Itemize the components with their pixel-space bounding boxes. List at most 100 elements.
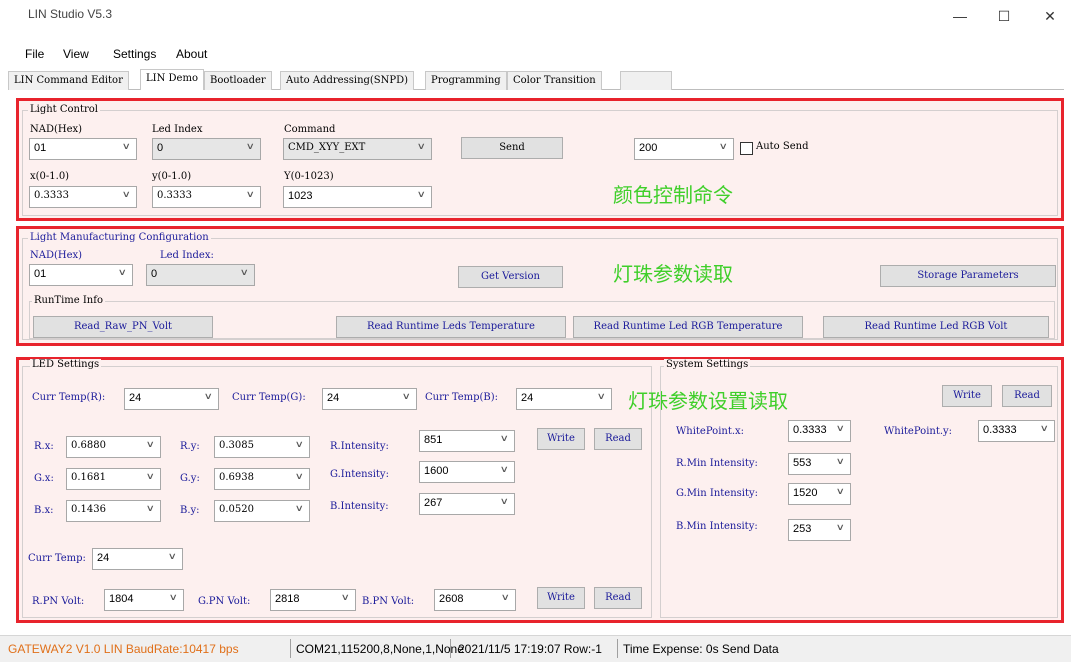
- curr-temp-r-select[interactable]: 24 ∨: [124, 388, 219, 410]
- tab-bootloader[interactable]: Bootloader: [204, 71, 272, 90]
- menu-view[interactable]: View: [63, 47, 89, 61]
- pn-write-button[interactable]: Write: [537, 587, 585, 609]
- by-label: B.y:: [180, 505, 200, 516]
- r-intensity-select[interactable]: 851 ∨: [419, 430, 515, 452]
- g-pn-volt-label: G.PN Volt:: [198, 596, 251, 607]
- menu-file[interactable]: File: [25, 47, 44, 61]
- curr-temp-b-select[interactable]: 24 ∨: [516, 388, 612, 410]
- led-index-select[interactable]: 0 ∨: [152, 138, 261, 160]
- y-select[interactable]: 0.3333 ∨: [152, 186, 261, 208]
- g-min-intensity-label: G.Min Intensity:: [676, 488, 759, 499]
- y-label: y(0-1.0): [152, 171, 192, 182]
- close-button[interactable]: ✕: [1028, 2, 1071, 30]
- maximize-button[interactable]: ☐: [982, 2, 1026, 30]
- nad-select[interactable]: 01 ∨: [29, 138, 137, 160]
- curr-temp-select[interactable]: 24 ∨: [92, 548, 183, 570]
- tab-empty: [620, 71, 672, 90]
- chevron-down-icon: ∨: [836, 423, 846, 433]
- tab-color-transition[interactable]: Color Transition: [507, 71, 602, 90]
- minimize-button[interactable]: —: [938, 2, 982, 30]
- gx-select[interactable]: 0.1681 ∨: [66, 468, 161, 490]
- chevron-down-icon: ∨: [246, 141, 256, 151]
- auto-send-checkbox[interactable]: [740, 142, 753, 155]
- mfg-nad-select[interactable]: 01 ∨: [29, 264, 133, 286]
- chevron-down-icon: ∨: [146, 503, 156, 513]
- read-rgb-temperature-button[interactable]: Read Runtime Led RGB Temperature: [573, 316, 803, 338]
- Y-label: Y(0-1023): [284, 171, 334, 182]
- chevron-down-icon: ∨: [836, 456, 846, 466]
- led-settings-title: LED Settings: [30, 359, 102, 370]
- led-write-button[interactable]: Write: [537, 428, 585, 450]
- gx-label: G.x:: [34, 473, 54, 484]
- b-intensity-select[interactable]: 267 ∨: [419, 493, 515, 515]
- chevron-down-icon: ∨: [240, 267, 250, 277]
- runtime-info-title: RunTime Info: [32, 295, 105, 306]
- r-pn-volt-label: R.PN Volt:: [32, 596, 85, 607]
- menu-settings[interactable]: Settings: [113, 47, 156, 61]
- curr-temp-r-label: Curr Temp(R):: [32, 392, 106, 403]
- rx-select[interactable]: 0.6880 ∨: [66, 436, 161, 458]
- pn-read-button[interactable]: Read: [594, 587, 642, 609]
- chevron-down-icon: ∨: [122, 189, 132, 199]
- chevron-down-icon: ∨: [295, 503, 305, 513]
- by-select[interactable]: 0.0520 ∨: [214, 500, 310, 522]
- bx-select[interactable]: 0.1436 ∨: [66, 500, 161, 522]
- command-select[interactable]: CMD_XYY_EXT ∨: [283, 138, 432, 160]
- ry-select[interactable]: 0.3085 ∨: [214, 436, 310, 458]
- status-time: 2021/11/5 17:19:07 Row:-1: [458, 642, 602, 656]
- b-pn-volt-select[interactable]: 2608 ∨: [434, 589, 516, 611]
- command-label: Command: [284, 124, 336, 135]
- chevron-down-icon: ∨: [836, 486, 846, 496]
- chevron-down-icon: ∨: [402, 391, 412, 401]
- curr-temp-g-label: Curr Temp(G):: [232, 392, 306, 403]
- whitepoint-y-select[interactable]: 0.3333 ∨: [978, 420, 1055, 442]
- r-pn-volt-select[interactable]: 1804 ∨: [104, 589, 184, 611]
- status-separator: [450, 639, 451, 658]
- mfg-led-index-label: Led Index:: [160, 250, 214, 261]
- chevron-down-icon: ∨: [836, 522, 846, 532]
- tab-auto-addressing[interactable]: Auto Addressing(SNPD): [280, 71, 415, 90]
- curr-temp-g-select[interactable]: 24 ∨: [322, 388, 417, 410]
- whitepoint-x-select[interactable]: 0.3333 ∨: [788, 420, 851, 442]
- window-title: LIN Studio V5.3: [28, 7, 113, 21]
- led-index-label: Led Index: [152, 124, 203, 135]
- gy-select[interactable]: 0.6938 ∨: [214, 468, 310, 490]
- chevron-down-icon: ∨: [168, 551, 178, 561]
- interval-select[interactable]: 200 ∨: [634, 138, 734, 160]
- light-control-title: Light Control: [28, 104, 101, 115]
- tab-lin-command-editor[interactable]: LIN Command Editor: [8, 71, 129, 90]
- read-leds-temperature-button[interactable]: Read Runtime Leds Temperature: [336, 316, 566, 338]
- tab-programming[interactable]: Programming: [425, 71, 507, 90]
- chevron-down-icon: ∨: [146, 439, 156, 449]
- g-pn-volt-select[interactable]: 2818 ∨: [270, 589, 356, 611]
- b-min-intensity-select[interactable]: 253 ∨: [788, 519, 851, 541]
- chevron-down-icon: ∨: [719, 141, 729, 151]
- r-intensity-label: R.Intensity:: [330, 441, 389, 452]
- x-select[interactable]: 0.3333 ∨: [29, 186, 137, 208]
- menu-about[interactable]: About: [176, 47, 207, 61]
- get-version-button[interactable]: Get Version: [458, 266, 563, 288]
- read-rgb-volt-button[interactable]: Read Runtime Led RGB Volt: [823, 316, 1049, 338]
- system-read-button[interactable]: Read: [1002, 385, 1052, 407]
- chevron-down-icon: ∨: [295, 439, 305, 449]
- g-min-intensity-select[interactable]: 1520 ∨: [788, 483, 851, 505]
- send-button[interactable]: Send: [461, 137, 563, 159]
- curr-temp-label: Curr Temp:: [28, 553, 86, 564]
- status-expense: Time Expense: 0s Send Data: [623, 642, 779, 656]
- system-write-button[interactable]: Write: [942, 385, 992, 407]
- mfg-led-index-select[interactable]: 0 ∨: [146, 264, 255, 286]
- bx-label: B.x:: [34, 505, 54, 516]
- chevron-down-icon: ∨: [118, 267, 128, 277]
- read-raw-pn-volt-button[interactable]: Read_Raw_PN_Volt: [33, 316, 213, 338]
- chevron-down-icon: ∨: [1040, 423, 1050, 433]
- gy-label: G.y:: [180, 473, 200, 484]
- g-intensity-select[interactable]: 1600 ∨: [419, 461, 515, 483]
- storage-parameters-button[interactable]: Storage Parameters: [880, 265, 1056, 287]
- status-gateway: GATEWAY2 V1.0 LIN BaudRate:10417 bps: [8, 642, 239, 656]
- annotation-param-read: 灯珠参数读取: [613, 262, 733, 286]
- Y-select[interactable]: 1023 ∨: [283, 186, 432, 208]
- r-min-intensity-select[interactable]: 553 ∨: [788, 453, 851, 475]
- tab-lin-demo[interactable]: LIN Demo: [140, 69, 204, 90]
- led-read-button[interactable]: Read: [594, 428, 642, 450]
- chevron-down-icon: ∨: [169, 592, 179, 602]
